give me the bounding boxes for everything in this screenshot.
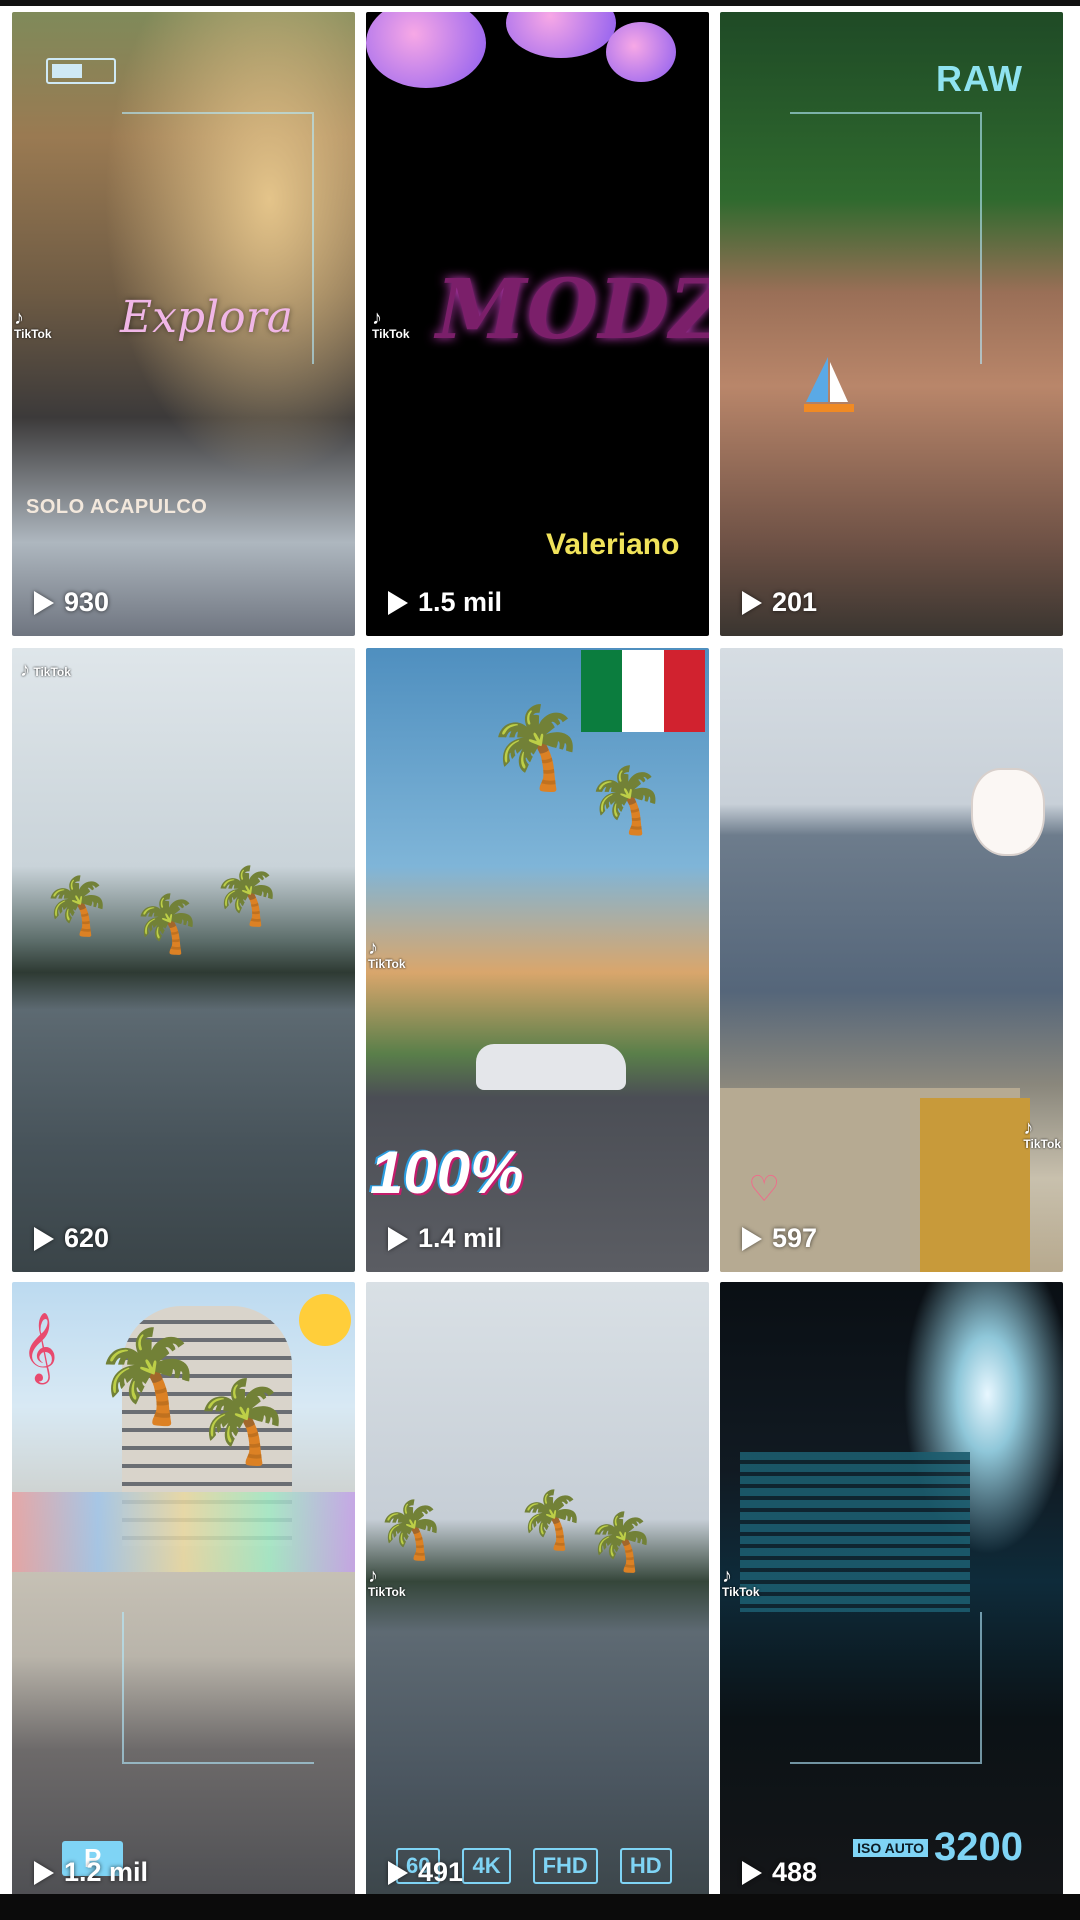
tiktok-logo-icon: ♪ [722,1565,732,1587]
palm-tree: 🌴 [192,1377,292,1466]
music-note-icon: 𝄞 [22,1313,58,1380]
raw-label: RAW [936,58,1023,99]
palm-tree: 🌴 [586,1510,656,1573]
hd-badge: HD [619,1848,672,1884]
mural-wall [12,1492,355,1572]
palm-tree: 🌴 [132,892,202,955]
percent-sticker: 100% [370,1139,524,1206]
palm-tree: 🌴 [586,764,666,836]
tiktok-watermark: ♪ TikTok [722,1565,760,1599]
video-thumbnail-5[interactable]: 🌴 🌴 ♪ TikTok 100% 1.4 mil [366,648,709,1272]
palm-tree: 🌴 [212,864,282,927]
view-count-label: 1.2 mil [64,1857,149,1887]
tiktok-watermark: ♪ TikTok [368,937,406,971]
view-count: 1.4 mil [388,1223,502,1254]
iso-value: 3200 [934,1825,1023,1869]
palm-tree: 🌴 [92,1327,205,1427]
camera-frame [790,112,982,364]
play-icon [742,1860,762,1885]
view-count-label: 1.5 mil [418,587,503,617]
palm-tree: 🌴 [486,703,586,792]
tiktok-logo-icon: ♪ [368,937,378,959]
tiktok-logo-icon: ♪ [20,659,30,681]
video-thumbnail-4[interactable]: ♪ TikTok 🌴 🌴 🌴 620 [12,648,355,1272]
tiktok-logo-icon: ♪ [14,307,24,329]
play-icon [742,590,762,615]
view-count-label: 1.4 mil [418,1223,503,1253]
view-count: 491 [388,1857,463,1888]
fhd-badge: FHD [532,1848,598,1884]
play-icon [388,1860,408,1885]
view-count: 620 [34,1223,109,1254]
sailboat-sticker [804,357,854,412]
tiktok-logo-icon: ♪ [1023,1117,1034,1139]
battery-icon [46,58,116,84]
play-icon [388,590,408,615]
tiktok-watermark: ♪ TikTok [1023,1117,1061,1151]
view-count: 488 [742,1857,817,1888]
play-icon [34,590,54,615]
play-icon [34,1860,54,1885]
camera-frame [122,1612,314,1764]
view-count: 930 [34,587,109,618]
video-thumbnail-8[interactable]: 🌴 🌴 🌴 ♪ TikTok 60 4K FHD HD 491 [366,1282,709,1906]
play-icon [742,1226,762,1251]
palm-tree: 🌴 [376,1498,446,1561]
heart-icon: ♡ [748,1168,781,1209]
view-count-label: 930 [64,587,110,617]
tiktok-watermark: ♪ TikTok [368,1565,406,1599]
view-count-label: 597 [772,1223,818,1253]
palm-tree: 🌴 [42,874,112,937]
bottom-edge [0,1894,1080,1920]
overlay-caption: SOLO ACAPULCO [26,496,208,518]
view-count-label: 201 [772,587,818,617]
crazy-face-emoji [299,1294,351,1346]
4k-badge: 4K [462,1848,511,1884]
play-icon [34,1226,54,1251]
palm-tree: 🌴 [516,1488,586,1551]
lit-building [740,1452,970,1612]
video-thumbnail-2[interactable]: ♪ TikTok MODZ Valeriano 1.5 mil [366,12,709,636]
wall-panel [920,1098,1030,1272]
parked-car [476,1044,626,1090]
tiktok-logo-icon: ♪ [368,1565,378,1587]
view-count: 597 [742,1223,817,1254]
view-count: 1.5 mil [388,587,502,618]
video-thumbnail-1[interactable]: ♪ TikTok Explora SOLO ACAPULCO 930 [12,12,355,636]
camera-frame [790,1612,982,1764]
hearts-sticker [366,12,709,108]
overlay-title: MODZ [436,262,709,358]
video-thumbnail-9[interactable]: ♪ TikTok ISO AUTO 3200 488 [720,1282,1063,1906]
view-count-label: 620 [64,1223,110,1253]
video-thumbnail-3[interactable]: RAW 201 [720,12,1063,636]
iso-label: ISO AUTO [853,1838,929,1857]
overlay-title: Explora [120,292,293,343]
video-grid: ♪ TikTok Explora SOLO ACAPULCO 930 ♪ TikTo… [0,0,1080,1906]
tiktok-watermark: ♪ TikTok [14,307,52,341]
bear-sticker [971,768,1045,856]
video-thumbnail-7[interactable]: 🌴 🌴 𝄞 P 1.2 mil [12,1282,355,1906]
overlay-caption: Valeriano [546,528,680,561]
play-icon [388,1226,408,1251]
mexico-flag-sticker [581,650,705,732]
video-thumbnail-6[interactable]: ♡ ♪ TikTok 597 [720,648,1063,1272]
tiktok-watermark: ♪ TikTok [372,307,410,341]
tiktok-watermark: ♪ TikTok [20,659,71,681]
view-count: 201 [742,587,817,618]
tiktok-logo-icon: ♪ [372,307,382,329]
view-count-label: 491 [418,1857,464,1887]
view-count: 1.2 mil [34,1857,148,1888]
view-count-label: 488 [772,1857,818,1887]
iso-indicator: ISO AUTO 3200 [853,1825,1023,1870]
